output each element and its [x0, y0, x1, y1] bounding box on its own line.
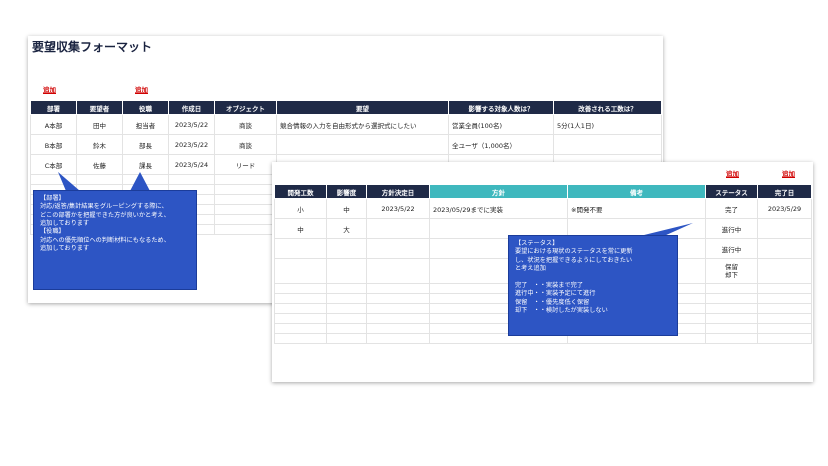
callout1-pointer-position — [130, 172, 150, 191]
callout1-pointer-department — [58, 172, 80, 191]
callout-status-note: 【ステータス】 要望における現状のステータスを常に更新 し、状況を把握できるよう… — [508, 235, 678, 336]
callout-department-position-note: 【部署】 対応/返答/集計結果をグルーピングする際に、 どこの部署かを把握できた… — [33, 190, 197, 290]
